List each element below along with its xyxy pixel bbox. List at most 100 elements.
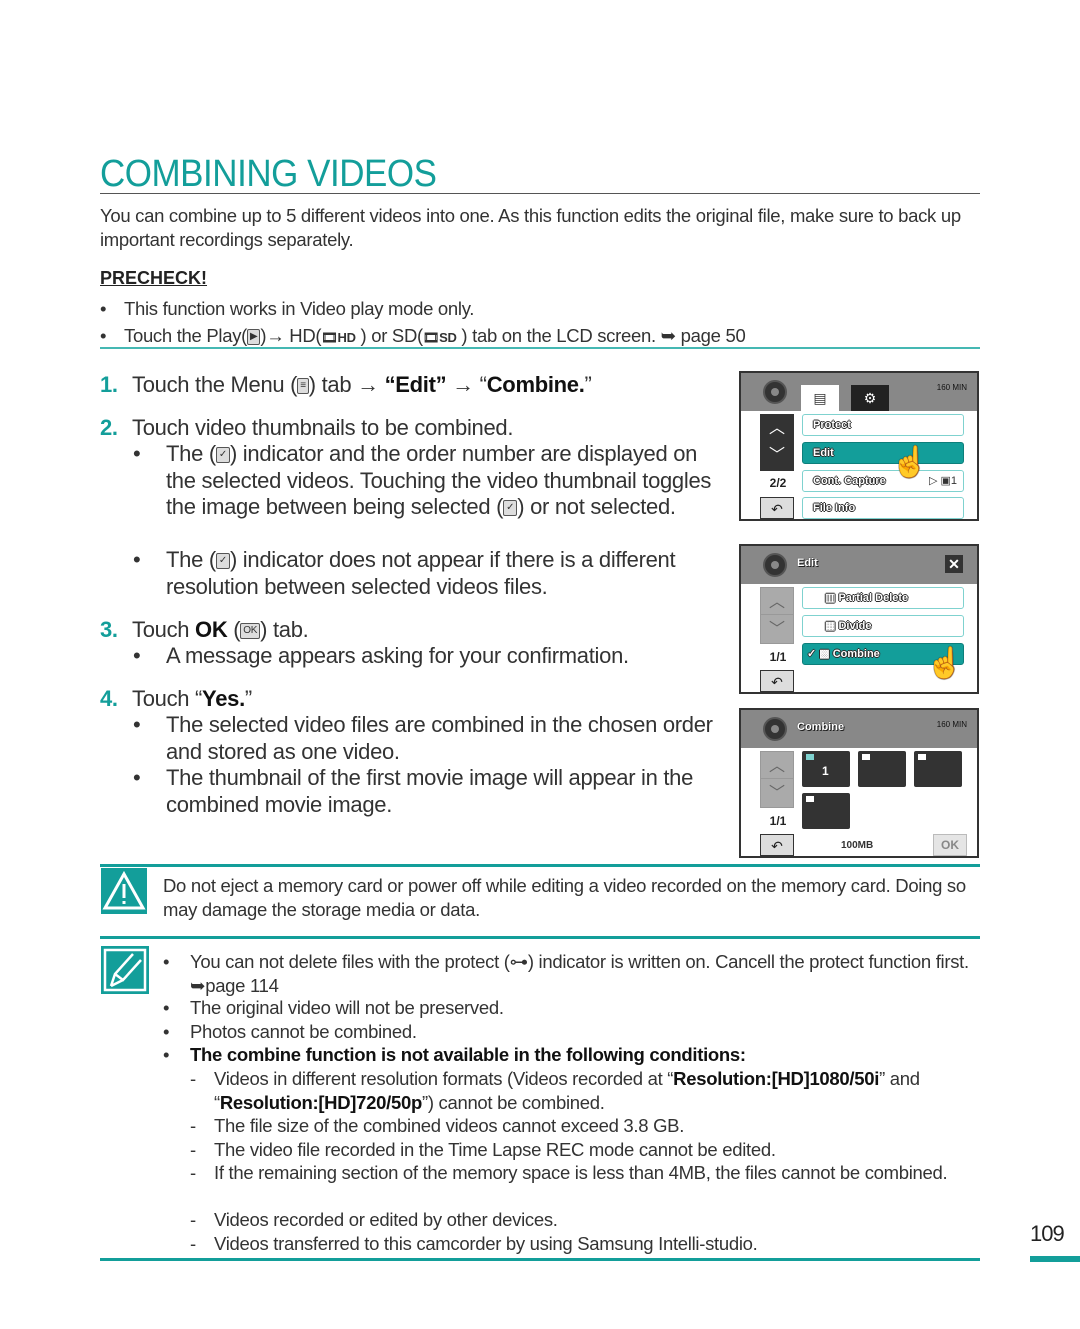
check-indicator-icon [806, 754, 814, 760]
step-4-bullet: • The selected video files are combined i… [133, 712, 713, 764]
condition-item: - Videos recorded or edited by other devi… [190, 1209, 558, 1230]
warning-divider [100, 864, 980, 867]
video-sd-icon: 🎞SD [422, 330, 457, 345]
note-bullet: • You can not delete files with the prote… [163, 951, 969, 996]
screen-title: Combine [797, 721, 845, 733]
precheck-divider [100, 347, 980, 349]
video-thumbnail[interactable] [858, 751, 906, 787]
menu-icon: ▤ [813, 390, 827, 406]
menu-item-partial-delete[interactable]: ▥ Partial Delete [802, 587, 964, 609]
return-icon: ↶ [771, 838, 783, 854]
page-indicator: 2/2 [769, 476, 787, 490]
storage-size: 100MB [841, 840, 874, 851]
order-number: 1 [822, 764, 829, 778]
video-thumbnail[interactable] [914, 751, 962, 787]
chevron-up-icon: ︿ [768, 420, 785, 437]
scroll-down-button[interactable]: ﹀ [760, 614, 794, 644]
note-bullet: • The original video will not be preserve… [163, 997, 504, 1018]
check-indicator-icon: ✓ [215, 553, 230, 570]
chevron-down-icon: ﹀ [768, 785, 785, 802]
unchecked-indicator-icon [806, 796, 814, 802]
step-4: 4. Touch “Yes.” [100, 686, 252, 711]
ok-button[interactable]: OK [933, 834, 967, 856]
condition-item: - The video file recorded in the Time Lap… [190, 1139, 776, 1160]
menu-item-divide[interactable]: ▦ Divide [802, 615, 964, 637]
video-mode-icon [763, 553, 787, 577]
combine-icon: ▩ [819, 648, 833, 660]
page-indicator: 1/1 [769, 814, 787, 828]
condition-item: - If the remaining section of the memory … [190, 1162, 948, 1183]
screen-title: Edit [797, 557, 818, 569]
menu-item-file-info[interactable]: File Info [802, 497, 964, 519]
lcd-header: ▤ ⚙ 160 MIN [741, 373, 977, 411]
video-mode-icon [763, 380, 787, 404]
battery-indicator: 160 MIN [936, 720, 967, 729]
check-indicator-icon: ✓ [503, 500, 518, 517]
chevron-up-icon: ︿ [768, 758, 785, 775]
step-3-bullet: • A message appears asking for your confi… [133, 643, 629, 668]
menu-item-edit[interactable]: Edit [802, 442, 964, 464]
video-thumbnail[interactable] [802, 793, 850, 829]
warning-icon [101, 868, 147, 914]
back-button[interactable]: ↶ [760, 497, 794, 519]
precheck-item: • This function works in Video play mode … [100, 298, 475, 319]
check-indicator-icon: ✓ [215, 447, 230, 464]
note-bullet: • Photos cannot be combined. [163, 1021, 417, 1042]
lcd-edit-screen: Edit ✕ ︿ ﹀ 1/1 ↶ ▥ Partial Delete ▦ Divi… [739, 544, 979, 694]
scroll-up-button[interactable]: ︿ [760, 751, 794, 781]
tab-menu[interactable]: ▤ [801, 385, 839, 411]
return-icon: ↶ [771, 501, 783, 517]
tab-settings[interactable]: ⚙ [851, 385, 889, 411]
scroll-down-button[interactable]: ﹀ [760, 441, 794, 471]
play-icon: ▶ [247, 329, 261, 346]
page-number-bar [1030, 1256, 1080, 1262]
title-divider [100, 193, 980, 194]
video-hd-icon: 🎞HD [321, 330, 356, 345]
back-button[interactable]: ↶ [760, 670, 794, 692]
chevron-up-icon: ︿ [768, 594, 785, 611]
menu-item-protect[interactable]: Protect [802, 414, 964, 436]
precheck-heading: PRECHECK! [100, 268, 208, 288]
close-button[interactable]: ✕ [945, 555, 963, 573]
lcd-header: Edit ✕ [741, 546, 977, 584]
video-mode-icon [763, 717, 787, 741]
bottom-divider [100, 1258, 980, 1261]
page-number: 109 [1030, 1221, 1065, 1246]
return-icon: ↶ [771, 674, 783, 690]
lcd-header: Combine 160 MIN [741, 710, 977, 748]
menu-item-cont-capture[interactable]: Cont. Capture ▷ ▣1 [802, 470, 964, 492]
condition-item: - The file size of the combined videos ca… [190, 1115, 685, 1136]
step-3: 3. Touch OK (OK) tab. [100, 617, 309, 642]
check-icon: ✓ [807, 648, 820, 660]
battery-indicator: 160 MIN [936, 383, 967, 392]
back-button[interactable]: ↶ [760, 834, 794, 856]
page-indicator: 1/1 [769, 650, 787, 664]
lcd-combine-screen: Combine 160 MIN ︿ ﹀ 1/1 ↶ 1 100MB OK [739, 708, 979, 858]
divide-icon: ▦ [825, 620, 839, 632]
touch-hand-icon: ☝ [926, 647, 964, 680]
step-4-bullet: • The thumbnail of the first movie image … [133, 765, 694, 817]
unchecked-indicator-icon [862, 754, 870, 760]
scroll-up-button[interactable]: ︿ [760, 414, 794, 444]
protect-key-icon: ⊶ [509, 951, 529, 972]
intro-text: You can combine up to 5 different videos… [100, 205, 961, 250]
menu-icon: ≡ [297, 378, 309, 395]
warning-text: Do not eject a memory card or power off … [163, 875, 966, 920]
scroll-up-button[interactable]: ︿ [760, 587, 794, 617]
step-2-bullet: • The (✓) indicator does not appear if th… [133, 547, 676, 599]
lcd-menu-screen: ▤ ⚙ 160 MIN ︿ ﹀ 2/2 ↶ Protect Edit Cont.… [739, 371, 979, 521]
chevron-down-icon: ﹀ [768, 447, 785, 464]
note-bullet: • The combine function is not available i… [163, 1044, 746, 1065]
partial-delete-icon: ▥ [825, 592, 839, 604]
condition-item: - Videos in different resolution formats … [190, 1068, 920, 1113]
notes-divider [100, 936, 980, 939]
close-icon: ✕ [948, 556, 960, 572]
chevron-down-icon: ﹀ [768, 621, 785, 638]
ok-icon: OK [240, 623, 261, 640]
unchecked-indicator-icon [918, 754, 926, 760]
video-thumbnail[interactable]: 1 [802, 751, 850, 787]
page-title: COMBINING VIDEOS [100, 153, 437, 195]
step-2-bullet: • The (✓) indicator and the order number … [133, 441, 712, 519]
scroll-down-button[interactable]: ﹀ [760, 778, 794, 808]
gear-icon: ⚙ [863, 390, 877, 406]
